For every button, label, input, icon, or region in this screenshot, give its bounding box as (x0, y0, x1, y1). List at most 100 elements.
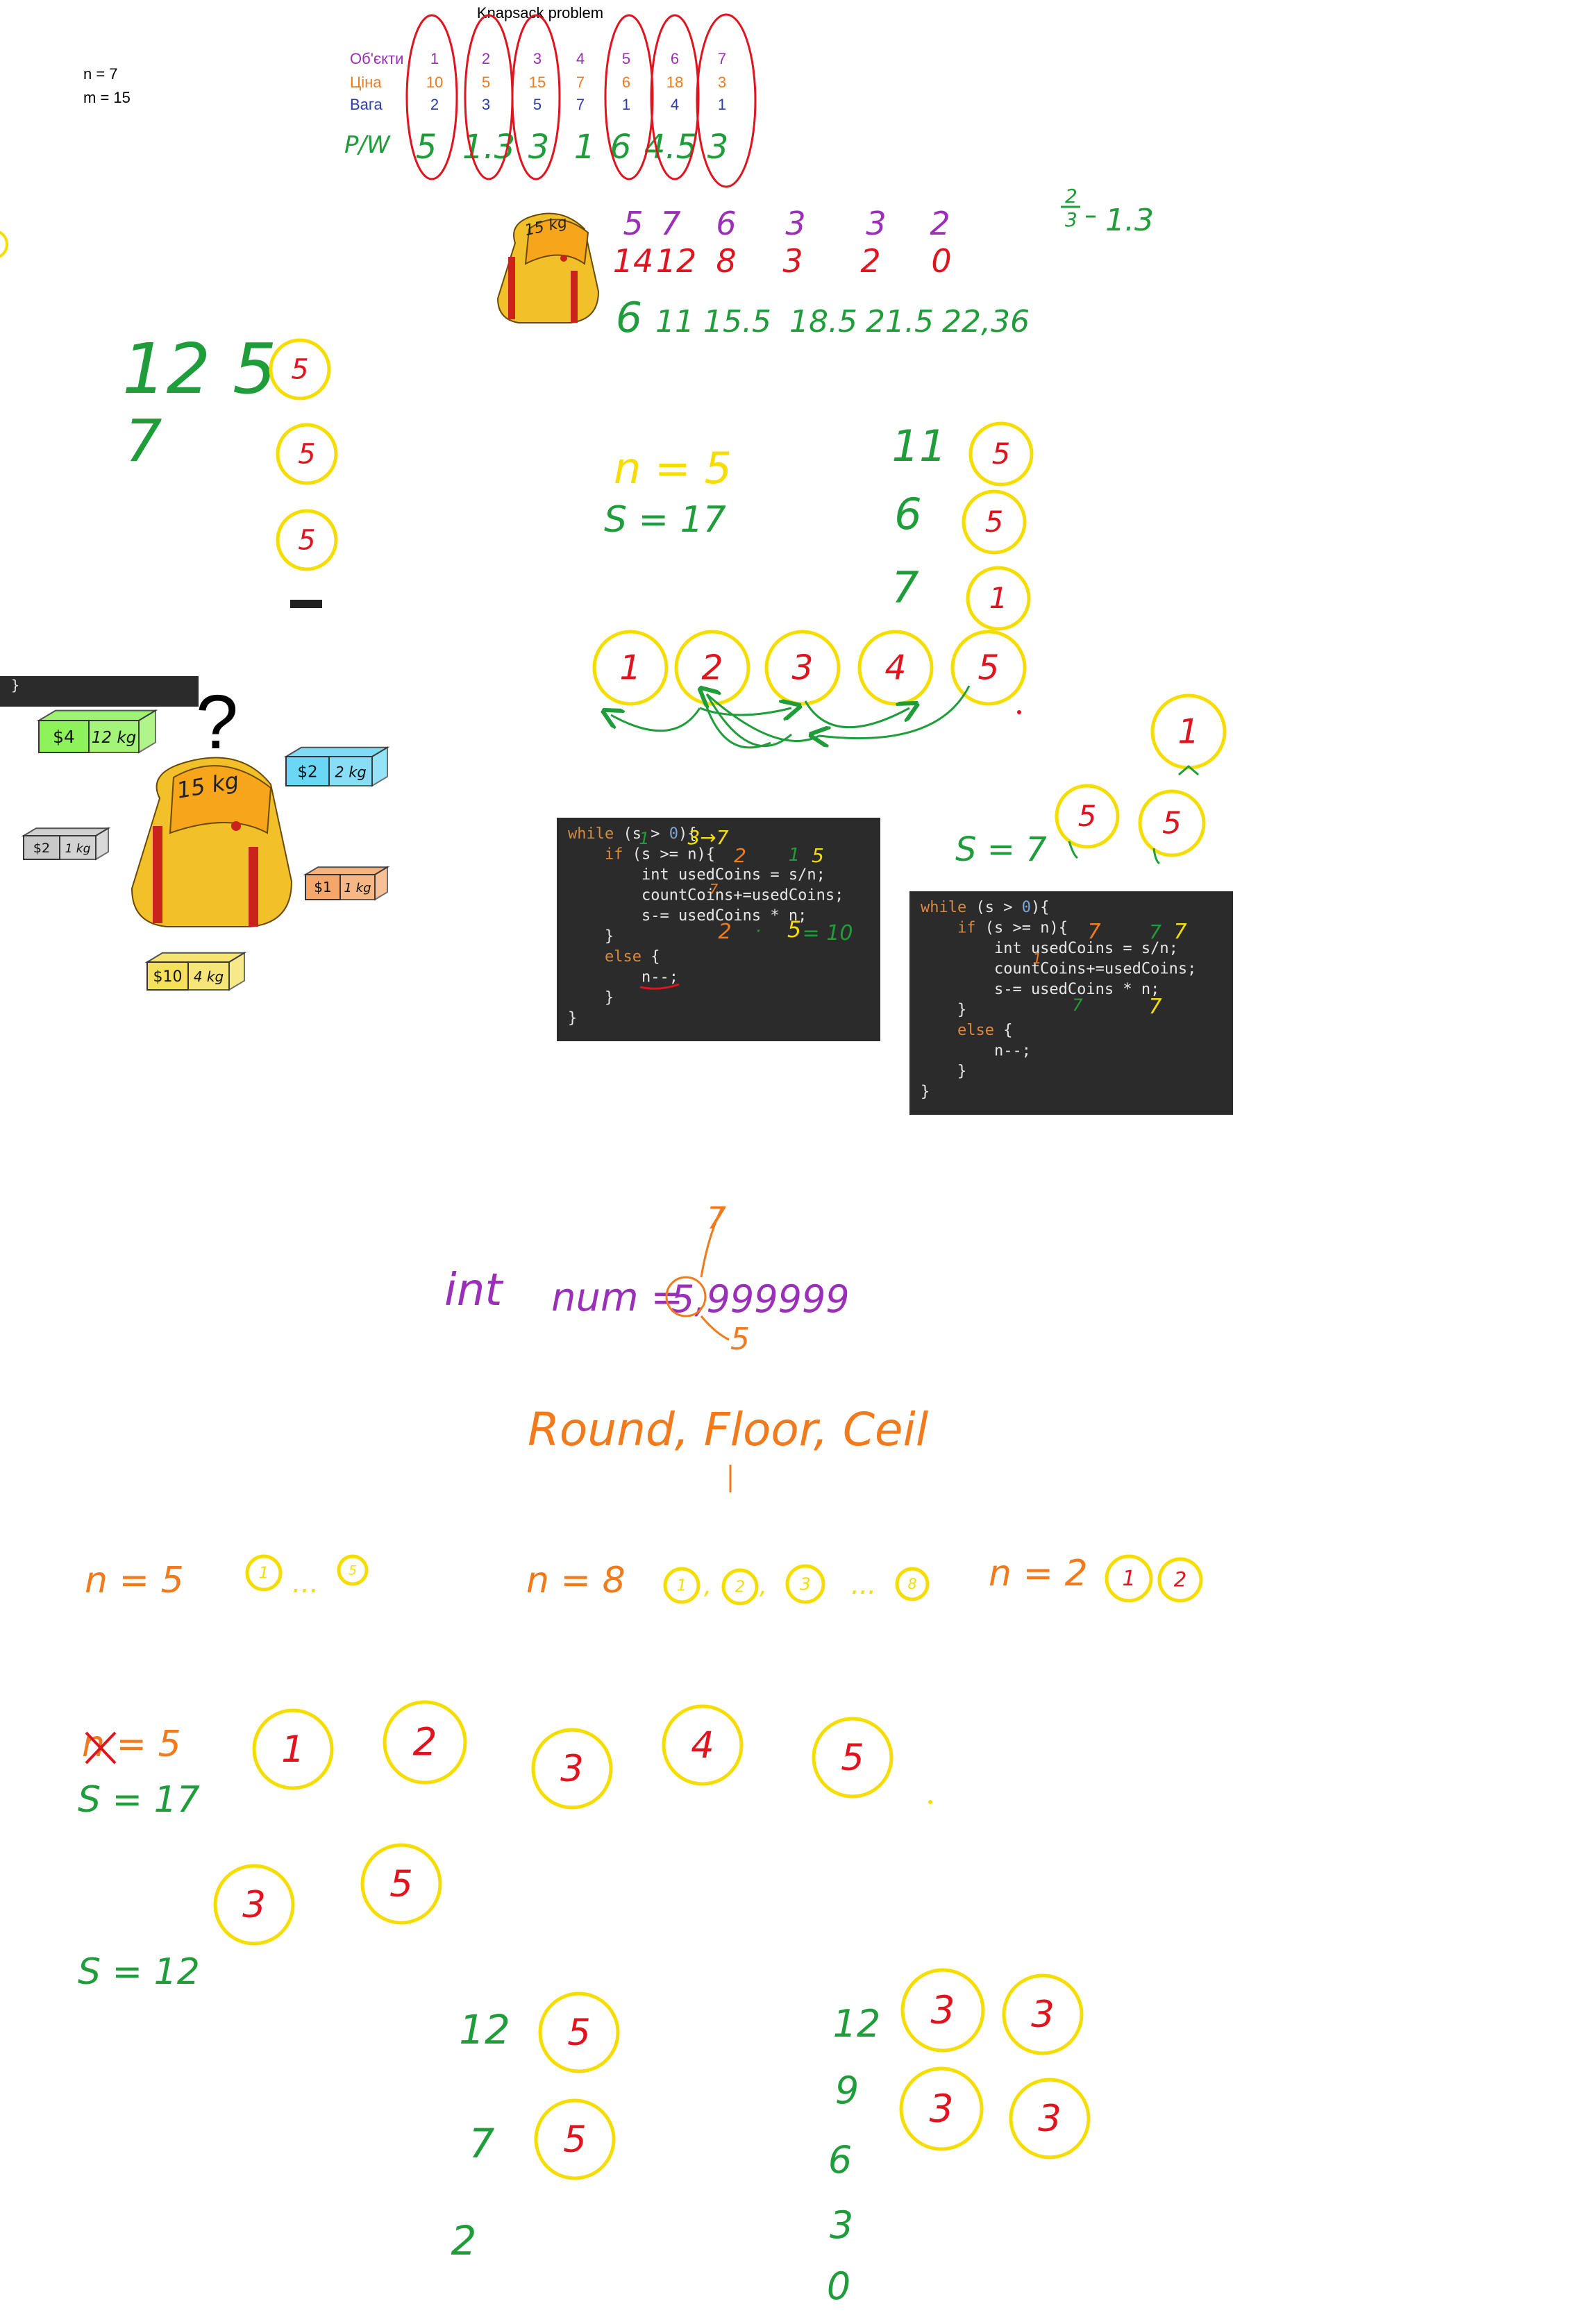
num-arrow-down: 5 (730, 1322, 750, 1357)
item-price: $10 (153, 968, 183, 986)
code-line: while (s > 0){ (568, 825, 696, 843)
table-weight: 5 (533, 96, 542, 113)
middle-row-coin: 4 (857, 630, 934, 706)
coin-value: 3 (931, 1988, 955, 2032)
table-object: 4 (576, 50, 585, 67)
code-annotation: 7 (1072, 995, 1083, 1015)
coin-value: 1 (281, 1728, 305, 1771)
code-annotation: 5 (812, 844, 824, 867)
left-coin: 5 (276, 509, 338, 571)
bottom-s17: S = 17 (78, 1779, 200, 1821)
red-value: 8 (716, 242, 736, 280)
code-line: if (s >= n){ (921, 920, 1068, 937)
middle-notes: n = 5 S = 17 (604, 443, 732, 541)
coin-value: 5 (1162, 806, 1182, 841)
left-big-number: 12 5 (122, 328, 277, 410)
table-price: 18 (666, 74, 683, 91)
coin-value: 5 (1078, 799, 1097, 833)
label-weight: Вага (350, 96, 383, 113)
table-price: 5 (482, 74, 490, 91)
example-coin: 2 (721, 1568, 759, 1606)
whiteboard-canvas: Knapsack problem n = 7 m = 15 Об'єкти Ці… (0, 4, 1233, 2308)
green-value: 22,36 (942, 304, 1030, 339)
middle-col-number: 7 (891, 562, 918, 613)
purple-value: 3 (866, 205, 886, 242)
param-n: n = 7 (83, 65, 118, 83)
example-coin: 5 (337, 1554, 369, 1586)
param-m: m = 15 (83, 89, 131, 106)
item-price: $2 (297, 763, 317, 781)
code-line: } (921, 1084, 930, 1101)
bottom-col1-number: 12 (459, 2006, 510, 2053)
purple-value: 6 (716, 205, 736, 242)
bottom-col2-number: 12 (833, 2002, 881, 2046)
coin-value: 5 (992, 437, 1011, 471)
red-dot (1017, 710, 1021, 714)
table-weight: 1 (718, 96, 726, 113)
table-weight: 4 (671, 96, 679, 113)
table-price: 10 (426, 74, 443, 91)
left-coin: 5 (276, 423, 338, 485)
coin-value: 1 (259, 1565, 269, 1583)
red-value: 3 (782, 242, 803, 280)
middle-arrows (611, 686, 971, 749)
table-object: 2 (482, 50, 490, 67)
table-weight: 3 (482, 96, 490, 113)
coin-value: 5 (567, 2012, 591, 2054)
edge-coin (0, 230, 8, 258)
right-middle: 5 5 1 (1055, 693, 1227, 865)
green-value: 21.5 (866, 304, 934, 339)
item-box: $2 1 kg (21, 827, 111, 861)
table-object: 1 (430, 50, 439, 67)
coin-value: 5 (291, 353, 308, 385)
left-notes: 12 5 7 (122, 328, 277, 475)
fraction-result: 1.3 (1105, 203, 1154, 238)
code-annotation: 7 (710, 881, 719, 898)
bottom-col2-number: 3 (830, 2203, 853, 2247)
num-value: 5,999999 (671, 1277, 850, 1321)
coin-value: 1 (989, 581, 1008, 615)
coin-value: 2 (701, 648, 723, 688)
middle-col-coin: 5 (962, 489, 1027, 555)
label-ratio: P/W (344, 131, 391, 159)
red-value: 0 (931, 242, 951, 280)
bottom-s12: S = 12 (78, 1951, 200, 1993)
coin-value: 8 (907, 1576, 916, 1592)
bottom-row-coin: 1 (252, 1708, 334, 1790)
coin-value: 1 (1177, 712, 1199, 752)
code-line: else { (921, 1022, 1012, 1039)
coin-value: 4 (884, 648, 906, 688)
coin-value: 5 (349, 1563, 357, 1578)
table-weight: 7 (576, 96, 585, 113)
code-line: s-= usedCoins * n; (568, 907, 807, 925)
example-coin: 1 (245, 1554, 283, 1592)
example-comma: , (704, 1572, 712, 1600)
fraction-den: 3 (1065, 208, 1077, 231)
purple-value: 7 (660, 205, 680, 242)
example-coin: 1 (1105, 1554, 1153, 1603)
example-ellipsis: ... (292, 1567, 319, 1599)
middle-row-coin: 3 (764, 630, 841, 706)
yellow-dot (928, 1800, 932, 1804)
item-price: $1 (314, 879, 331, 895)
coin-value: 3 (242, 1884, 266, 1926)
example-coin: 3 (785, 1564, 825, 1604)
middle-row-coin: 5 (950, 630, 1027, 706)
example-coin: 2 (1157, 1557, 1203, 1603)
fraction-note: 2 3 1.3 (1061, 185, 1154, 238)
bottom-pair-coin: 5 (360, 1843, 442, 1925)
bottom-col2-number: 9 (835, 2069, 859, 2112)
table-ratio: 3 (707, 128, 729, 167)
item-weight: 4 kg (194, 968, 224, 985)
coin-value: 5 (841, 1737, 864, 1779)
value-rows: 5 7 6 3 3 214 12 8 3 2 06 11 15.5 18.5 21.5 22,36 (613, 205, 1030, 342)
example-ellipsis: ... (851, 1569, 876, 1600)
bottom-col1-coin: 5 (538, 1992, 620, 2073)
code-block-1: while (s > 0){ if (s >= n){ int usedCoin… (557, 818, 880, 1041)
coin-value: 2 (1174, 1568, 1186, 1592)
code-annotation: · (755, 921, 761, 942)
code-annotation: 7 (1149, 920, 1161, 943)
item-price: $2 (33, 841, 50, 856)
middle-row: 1 2 3 4 5 (592, 630, 1027, 706)
code-annotation: 1 (789, 845, 800, 866)
